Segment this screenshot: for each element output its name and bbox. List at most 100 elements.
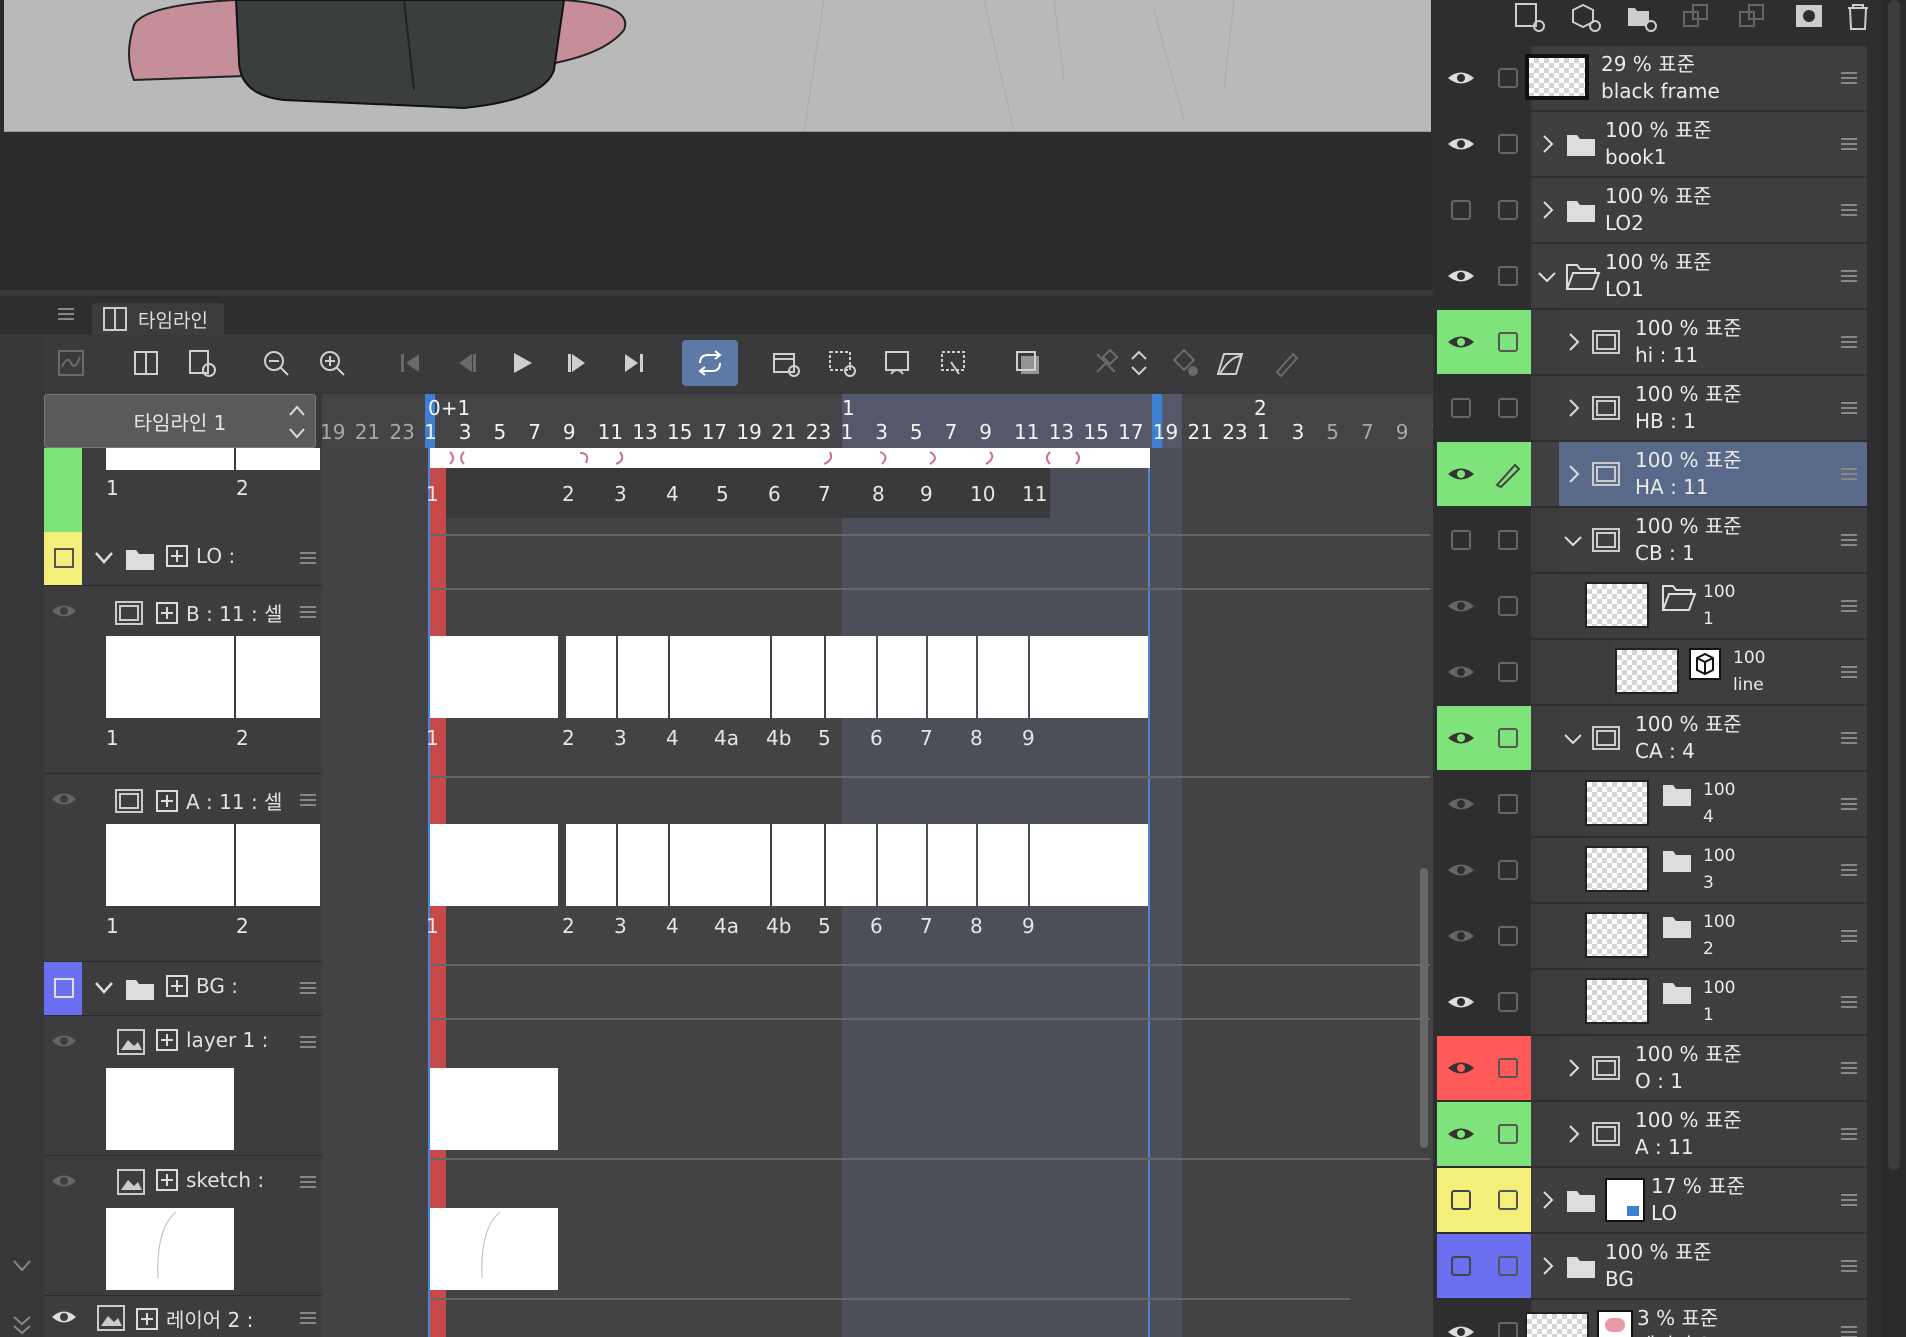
layer-lock-toggle[interactable]	[1485, 1036, 1531, 1100]
zoom-out-icon[interactable]	[254, 340, 298, 386]
new-3d-layer-icon[interactable]	[1569, 2, 1603, 32]
layer-menu-icon[interactable]	[1841, 996, 1857, 1008]
layer-menu-icon[interactable]	[1841, 402, 1857, 414]
layer-visibility-toggle[interactable]	[1437, 970, 1485, 1034]
layer-visibility-toggle[interactable]	[1437, 46, 1485, 110]
zoom-in-icon[interactable]	[310, 340, 354, 386]
plus-box-icon[interactable]	[166, 975, 188, 997]
cel-block[interactable]	[1030, 636, 1148, 718]
layer-row[interactable]: 100 % 표준 HB : 1	[1437, 376, 1867, 440]
layer-row[interactable]: 100 line	[1437, 640, 1867, 704]
chevron-down-icon[interactable]	[94, 980, 114, 996]
layer-visibility-toggle[interactable]	[1437, 574, 1485, 638]
track-menu-icon[interactable]	[300, 982, 316, 994]
layer-visibility-toggle[interactable]	[1437, 838, 1485, 902]
cel-block[interactable]	[928, 824, 976, 906]
chevron-right-icon[interactable]	[1567, 332, 1581, 352]
layer-row[interactable]: 100 % 표준 A : 11	[1437, 1102, 1867, 1166]
layer-row[interactable]: 100 % 표준 book1	[1437, 112, 1867, 176]
double-chevron-down-icon[interactable]	[12, 1314, 32, 1336]
layer-lock-toggle[interactable]	[1485, 244, 1531, 308]
layer-lock-toggle[interactable]	[1485, 508, 1531, 572]
plus-box-icon[interactable]	[156, 1169, 178, 1191]
chevron-right-icon[interactable]	[1541, 134, 1555, 154]
cel-block[interactable]	[618, 824, 668, 906]
cel-block[interactable]	[670, 636, 720, 718]
layer-row[interactable]: 29 % 표준 black frame	[1437, 46, 1867, 110]
layer-body[interactable]: 100 % 표준 HB : 1	[1559, 376, 1867, 440]
layer-row[interactable]: 100 % 표준 BG	[1437, 1234, 1867, 1298]
layer-lock-toggle[interactable]	[1485, 376, 1531, 440]
layer-row[interactable]: 100 % 표준 hi : 11	[1437, 310, 1867, 374]
layer-lock-toggle[interactable]	[1485, 1234, 1531, 1298]
layer-lock-toggle[interactable]	[1485, 310, 1531, 374]
tab-timeline[interactable]: 타임라인	[92, 303, 224, 335]
layer-row[interactable]: 100 1	[1437, 970, 1867, 1034]
cel-block[interactable]	[772, 636, 824, 718]
layer-body[interactable]: 100 % 표준 CA : 4	[1559, 706, 1867, 770]
layer-row[interactable]: 100 1	[1437, 574, 1867, 638]
layer-lock-toggle[interactable]	[1485, 1102, 1531, 1166]
layer-menu-icon[interactable]	[1841, 864, 1857, 876]
next-frame-icon[interactable]	[556, 340, 600, 386]
layer-visibility-toggle[interactable]	[1437, 1234, 1485, 1298]
track-menu-icon[interactable]	[300, 1036, 316, 1048]
layer-body[interactable]: 100 2	[1585, 904, 1867, 968]
track-row-a[interactable]: A : 11 : 셀 1 2	[44, 774, 322, 962]
track-row-sketch[interactable]: sketch :	[44, 1156, 322, 1296]
cel-block[interactable]	[720, 636, 770, 718]
track-menu-icon[interactable]	[300, 606, 316, 618]
eye-icon[interactable]	[50, 1172, 78, 1190]
layer-row[interactable]: 100 4	[1437, 772, 1867, 836]
layer-body[interactable]: 100 % 표준 book1	[1533, 112, 1867, 176]
layer-visibility-toggle[interactable]	[1437, 442, 1485, 506]
track-menu-icon[interactable]	[300, 1312, 316, 1324]
layer-body[interactable]: 100 % 표준 LO1	[1533, 244, 1867, 308]
layer-menu-icon[interactable]	[1841, 1260, 1857, 1272]
layer-body[interactable]: 100 1	[1585, 970, 1867, 1034]
layer-row[interactable]: 100 % 표준 CB : 1	[1437, 508, 1867, 572]
layer-row[interactable]: 100 % 표준 LO1	[1437, 244, 1867, 308]
track-menu-icon[interactable]	[300, 1176, 316, 1188]
cel-block[interactable]	[566, 824, 616, 906]
layer-row[interactable]: 3 % 표준레이어 2	[1437, 1300, 1867, 1337]
cel-block[interactable]	[826, 824, 876, 906]
cel-block[interactable]	[430, 1068, 558, 1150]
layer-body[interactable]: 29 % 표준 black frame	[1525, 46, 1867, 110]
plus-box-icon[interactable]	[166, 545, 188, 567]
layer-visibility-toggle[interactable]	[1437, 112, 1485, 176]
layer-visibility-toggle[interactable]	[1437, 772, 1485, 836]
layer-row[interactable]: 100 % 표준 O : 1	[1437, 1036, 1867, 1100]
layer-body[interactable]: 100 3	[1585, 838, 1867, 902]
track-row-lo[interactable]: LO :	[44, 532, 322, 586]
cel-block[interactable]	[618, 636, 668, 718]
add-frame-icon[interactable]	[180, 340, 224, 386]
cel-block[interactable]	[430, 1208, 558, 1290]
eye-icon[interactable]	[50, 790, 78, 808]
chevron-down-icon[interactable]	[1563, 732, 1583, 746]
chevron-down-icon[interactable]	[94, 550, 114, 566]
layer-lock-toggle[interactable]	[1485, 706, 1531, 770]
layer-body[interactable]: 100 % 표준 O : 1	[1559, 1036, 1867, 1100]
layer-menu-icon[interactable]	[1841, 72, 1857, 84]
layer-row[interactable]: 100 % 표준 LO2	[1437, 178, 1867, 242]
layer-lock-toggle[interactable]	[1485, 904, 1531, 968]
trash-icon[interactable]	[1843, 2, 1873, 32]
layer-visibility-toggle[interactable]	[1437, 1102, 1485, 1166]
layer-menu-icon[interactable]	[1841, 468, 1857, 480]
layer-lock-toggle[interactable]	[1485, 574, 1531, 638]
interpolation-icon[interactable]	[1208, 340, 1252, 386]
chevron-right-icon[interactable]	[1541, 200, 1555, 220]
layer-menu-icon[interactable]	[1841, 1128, 1857, 1140]
layer-lock-toggle[interactable]	[1485, 112, 1531, 176]
layer-row[interactable]: 100 2	[1437, 904, 1867, 968]
plus-box-icon[interactable]	[156, 1029, 178, 1051]
vertical-scrollbar[interactable]	[1420, 868, 1428, 1148]
layer-visibility-toggle[interactable]	[1437, 1300, 1485, 1337]
panel-menu-icon[interactable]	[58, 308, 74, 320]
layer-visibility-toggle[interactable]	[1437, 244, 1485, 308]
plus-box-icon[interactable]	[156, 601, 178, 624]
layer-row[interactable]: 100 % 표준 CA : 4	[1437, 706, 1867, 770]
layer-body[interactable]: 100 % 표준 hi : 11	[1559, 310, 1867, 374]
chevron-right-icon[interactable]	[1567, 464, 1581, 484]
